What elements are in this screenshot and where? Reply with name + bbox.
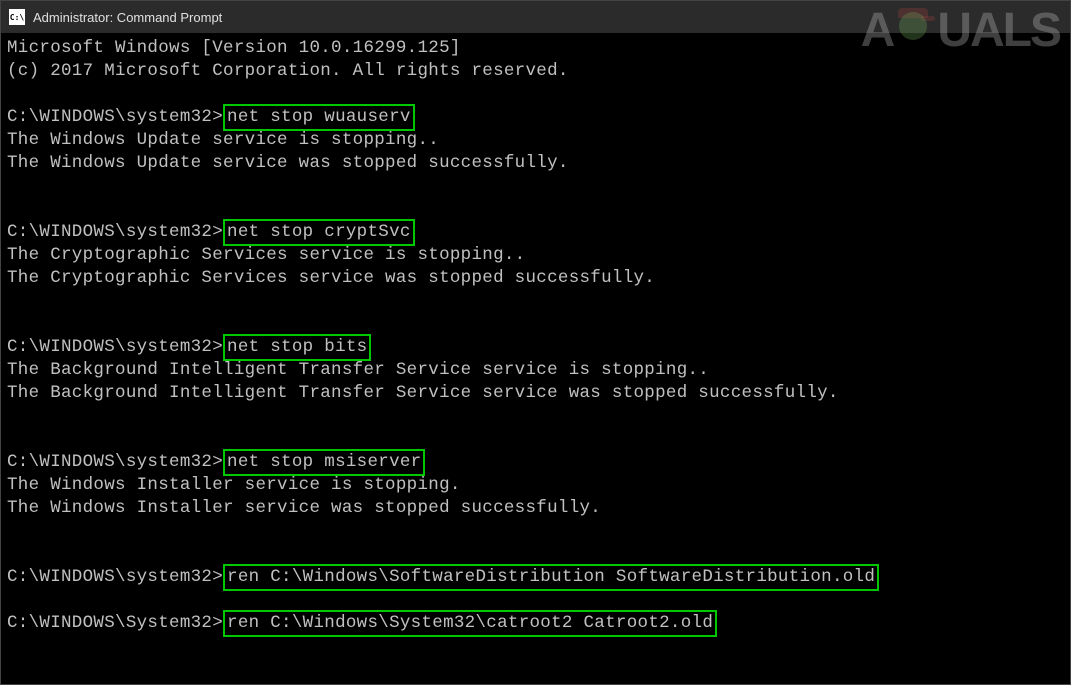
output-line: The Windows Installer service was stoppe… — [7, 497, 1064, 520]
blank — [7, 428, 1064, 451]
command-highlight: net stop cryptSvc — [223, 219, 415, 246]
output-line: The Cryptographic Services service was s… — [7, 267, 1064, 290]
blank — [7, 405, 1064, 428]
blank — [7, 175, 1064, 198]
output-line: The Cryptographic Services service is st… — [7, 244, 1064, 267]
blank — [7, 520, 1064, 543]
prompt: C:\WINDOWS\system32> — [7, 222, 223, 242]
command-line-2: C:\WINDOWS\system32>net stop cryptSvc — [7, 221, 1064, 244]
command-line-5: C:\WINDOWS\system32>ren C:\Windows\Softw… — [7, 566, 1064, 589]
copyright-line: (c) 2017 Microsoft Corporation. All righ… — [7, 60, 1064, 83]
command-highlight: ren C:\Windows\SoftwareDistribution Soft… — [223, 564, 879, 591]
blank — [7, 313, 1064, 336]
prompt: C:\WINDOWS\system32> — [7, 337, 223, 357]
header-line: Microsoft Windows [Version 10.0.16299.12… — [7, 37, 1064, 60]
command-line-3: C:\WINDOWS\system32>net stop bits — [7, 336, 1064, 359]
prompt: C:\WINDOWS\System32> — [7, 613, 223, 633]
prompt: C:\WINDOWS\system32> — [7, 452, 223, 472]
blank — [7, 290, 1064, 313]
output-line: The Background Intelligent Transfer Serv… — [7, 382, 1064, 405]
output-line: The Background Intelligent Transfer Serv… — [7, 359, 1064, 382]
command-highlight: net stop wuauserv — [223, 104, 415, 131]
command-highlight: net stop bits — [223, 334, 371, 361]
window-titlebar[interactable]: C:\ Administrator: Command Prompt — [1, 1, 1070, 33]
command-highlight: ren C:\Windows\System32\catroot2 Catroot… — [223, 610, 717, 637]
window-title: Administrator: Command Prompt — [33, 10, 222, 25]
cmd-icon: C:\ — [9, 9, 25, 25]
output-line: The Windows Update service was stopped s… — [7, 152, 1064, 175]
command-highlight: net stop msiserver — [223, 449, 425, 476]
terminal-body[interactable]: Microsoft Windows [Version 10.0.16299.12… — [1, 33, 1070, 639]
command-line-4: C:\WINDOWS\system32>net stop msiserver — [7, 451, 1064, 474]
blank — [7, 198, 1064, 221]
prompt: C:\WINDOWS\system32> — [7, 107, 223, 127]
output-line: The Windows Installer service is stoppin… — [7, 474, 1064, 497]
prompt: C:\WINDOWS\system32> — [7, 567, 223, 587]
blank — [7, 589, 1064, 612]
command-line-1: C:\WINDOWS\system32>net stop wuauserv — [7, 106, 1064, 129]
blank — [7, 543, 1064, 566]
command-line-6: C:\WINDOWS\System32>ren C:\Windows\Syste… — [7, 612, 1064, 635]
output-line: The Windows Update service is stopping.. — [7, 129, 1064, 152]
blank — [7, 83, 1064, 106]
